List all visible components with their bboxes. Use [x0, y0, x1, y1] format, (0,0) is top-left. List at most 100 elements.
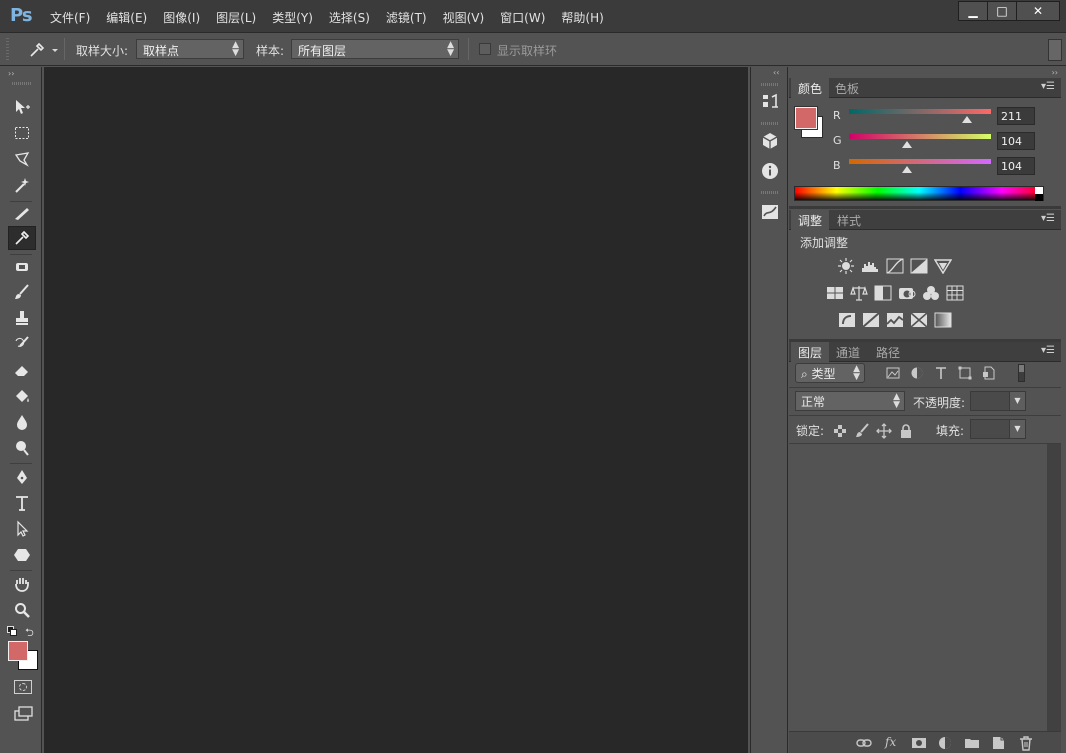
- color-balance-icon[interactable]: [850, 285, 868, 301]
- history-brush-tool[interactable]: [8, 332, 36, 356]
- menu-window[interactable]: 窗口(W): [492, 9, 553, 26]
- fill-input[interactable]: ▼: [970, 419, 1026, 439]
- fill-dropdown-icon[interactable]: ▼: [1009, 420, 1025, 438]
- menu-view[interactable]: 视图(V): [435, 9, 493, 26]
- tab-styles[interactable]: 样式: [830, 210, 868, 230]
- gradient-map-icon[interactable]: [934, 312, 952, 328]
- blur-tool[interactable]: [8, 410, 36, 434]
- posterize-icon[interactable]: [862, 312, 880, 328]
- tab-paths[interactable]: 路径: [869, 342, 907, 362]
- sample-select[interactable]: 所有图层 ▲ ▼: [291, 39, 459, 59]
- layer-style-fx-icon[interactable]: fx: [885, 735, 896, 749]
- dock-grip[interactable]: [761, 191, 779, 194]
- black-ramp-swatch[interactable]: [1035, 194, 1043, 201]
- quick-mask-button[interactable]: [14, 680, 32, 694]
- new-layer-icon[interactable]: [990, 735, 1006, 751]
- info-panel-button[interactable]: [757, 159, 783, 183]
- brush-presets-panel-button[interactable]: [757, 200, 783, 224]
- show-sampling-ring-checkbox[interactable]: [479, 43, 491, 55]
- workspace-switcher-button[interactable]: [1048, 39, 1062, 61]
- crop-tool[interactable]: [8, 201, 36, 225]
- layers-list[interactable]: [789, 444, 1047, 731]
- exposure-icon[interactable]: [910, 258, 928, 274]
- red-slider[interactable]: [849, 109, 991, 114]
- marquee-tool[interactable]: [8, 121, 36, 145]
- type-tool[interactable]: [8, 491, 36, 515]
- menu-edit[interactable]: 编辑(E): [98, 9, 155, 26]
- green-slider-thumb[interactable]: [902, 141, 913, 148]
- threshold-icon[interactable]: [886, 312, 904, 328]
- black-white-icon[interactable]: [874, 285, 892, 301]
- link-layers-icon[interactable]: [856, 735, 872, 751]
- collapse-toolbar-icon[interactable]: ››: [8, 69, 14, 78]
- menu-file[interactable]: 文件(F): [42, 9, 98, 26]
- hue-saturation-icon[interactable]: [826, 285, 844, 301]
- toolbar-grip[interactable]: [12, 82, 32, 85]
- filter-shape-layers-icon[interactable]: [957, 365, 973, 381]
- panel-menu-icon[interactable]: ▾☰: [1041, 345, 1055, 356]
- filter-pixel-layers-icon[interactable]: [885, 365, 901, 381]
- tool-preset-picker[interactable]: [26, 40, 60, 60]
- screen-mode-button[interactable]: [12, 705, 34, 723]
- red-value-input[interactable]: 211: [997, 107, 1035, 125]
- tab-color[interactable]: 颜色: [791, 78, 830, 98]
- delete-layer-trash-icon[interactable]: [1018, 735, 1034, 751]
- opacity-dropdown-icon[interactable]: ▼: [1009, 392, 1025, 410]
- layer-filter-kind-select[interactable]: ⌕ 类型 ▲ ▼: [795, 363, 865, 383]
- filter-smart-objects-icon[interactable]: [981, 365, 997, 381]
- color-lookup-icon[interactable]: [946, 285, 964, 301]
- curves-icon[interactable]: [886, 258, 904, 274]
- panel-menu-icon[interactable]: ▾☰: [1041, 213, 1055, 224]
- path-selection-tool[interactable]: [8, 517, 36, 541]
- photo-filter-icon[interactable]: [898, 285, 916, 301]
- properties-3d-panel-button[interactable]: [757, 129, 783, 153]
- dodge-tool[interactable]: [8, 436, 36, 460]
- foreground-color-swatch[interactable]: [8, 641, 28, 661]
- dock-grip[interactable]: [761, 122, 779, 125]
- selective-color-icon[interactable]: [910, 312, 928, 328]
- hand-tool[interactable]: [8, 572, 36, 596]
- color-spectrum-ramp[interactable]: [794, 186, 1044, 201]
- menu-layer[interactable]: 图层(L): [208, 9, 264, 26]
- quick-selection-tool[interactable]: [8, 173, 36, 197]
- white-ramp-swatch[interactable]: [1035, 187, 1043, 194]
- shape-tool[interactable]: [8, 543, 36, 567]
- blend-mode-select[interactable]: 正常 ▲ ▼: [795, 391, 905, 411]
- lock-transparent-pixels-icon[interactable]: [832, 423, 848, 439]
- collapse-dock-icon[interactable]: ‹‹: [773, 68, 779, 77]
- add-layer-mask-icon[interactable]: [911, 735, 927, 751]
- brush-tool[interactable]: [8, 280, 36, 304]
- lasso-tool[interactable]: [8, 147, 36, 171]
- eraser-tool[interactable]: [8, 358, 36, 382]
- menu-image[interactable]: 图像(I): [155, 9, 208, 26]
- eyedropper-tool[interactable]: [8, 226, 36, 250]
- document-canvas-area[interactable]: [44, 67, 748, 753]
- blue-slider[interactable]: [849, 159, 991, 164]
- green-value-input[interactable]: 104: [997, 132, 1035, 150]
- tab-channels[interactable]: 通道: [829, 342, 867, 362]
- options-bar-grip[interactable]: [6, 38, 9, 60]
- levels-icon[interactable]: [861, 258, 879, 274]
- pen-tool[interactable]: [8, 465, 36, 489]
- filter-adjustment-layers-icon[interactable]: [909, 365, 925, 381]
- menu-select[interactable]: 选择(S): [321, 9, 378, 26]
- invert-icon[interactable]: [838, 312, 856, 328]
- close-button[interactable]: ✕: [1016, 1, 1060, 21]
- sample-size-select[interactable]: 取样点 ▲ ▼: [136, 39, 244, 59]
- dock-grip[interactable]: [761, 83, 779, 86]
- move-tool[interactable]: [8, 95, 36, 119]
- clone-stamp-tool[interactable]: [8, 306, 36, 330]
- color-panel-foreground-swatch[interactable]: [794, 106, 818, 130]
- red-slider-thumb[interactable]: [961, 116, 972, 123]
- collapse-panels-icon[interactable]: ››: [1052, 68, 1058, 77]
- blue-value-input[interactable]: 104: [997, 157, 1035, 175]
- vibrance-icon[interactable]: [934, 258, 952, 274]
- blue-slider-thumb[interactable]: [902, 166, 913, 173]
- menu-help[interactable]: 帮助(H): [553, 9, 611, 26]
- history-panel-button[interactable]: [757, 89, 783, 113]
- healing-brush-tool[interactable]: [8, 255, 36, 279]
- menu-type[interactable]: 类型(Y): [264, 9, 321, 26]
- default-colors-icon[interactable]: [7, 626, 19, 636]
- lock-all-icon[interactable]: [898, 423, 914, 439]
- lock-position-icon[interactable]: [876, 423, 892, 439]
